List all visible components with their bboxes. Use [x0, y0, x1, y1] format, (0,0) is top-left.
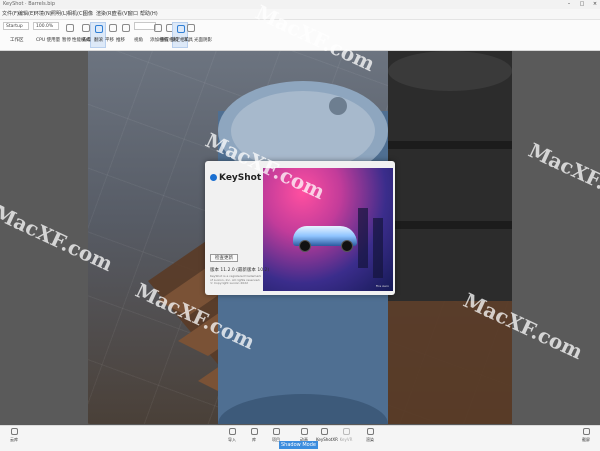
- ribbon-label-pause: 暂停: [62, 38, 71, 43]
- render-icon: [366, 428, 374, 435]
- scene-pillar: [373, 218, 383, 278]
- shadow-mode-label: Shadow Mode: [279, 441, 318, 449]
- ribbon-label-denoise: 去噪: [82, 38, 91, 43]
- screenshot-button[interactable]: 截屏: [578, 428, 594, 443]
- ribbon-label-shadow: 光面阴影: [194, 38, 212, 43]
- copyright-text: KeyShot is a registered trademark of Lux…: [210, 275, 262, 286]
- car-wheel: [299, 240, 311, 252]
- screenshot-label: 截屏: [582, 437, 590, 442]
- menu-window[interactable]: 窗口: [128, 10, 138, 17]
- library-icon: [250, 428, 258, 435]
- keyshot-logo-icon: [210, 174, 217, 181]
- close-button[interactable]: ×: [589, 0, 600, 9]
- zoom-select[interactable]: 100.0%: [33, 22, 59, 30]
- workspace-select[interactable]: Startup: [3, 22, 29, 30]
- cloud-library-label: 云库: [10, 437, 18, 442]
- import-icon: [228, 428, 236, 435]
- menu-edit[interactable]: 编辑(E): [18, 10, 35, 17]
- check-updates-button[interactable]: 检查更新: [210, 254, 238, 262]
- pause-button[interactable]: [62, 22, 78, 48]
- menu-environment[interactable]: 环境(N): [34, 10, 52, 17]
- title-bar: KeyShot · Barrels.bip – □ ×: [0, 0, 600, 9]
- library-label: 库: [252, 437, 256, 442]
- pan-icon: [109, 24, 117, 32]
- menu-lighting[interactable]: 照明(L): [51, 10, 68, 17]
- screenshot-icon: [582, 428, 590, 435]
- minimize-button[interactable]: –: [563, 0, 575, 9]
- tumble-button[interactable]: [90, 22, 106, 48]
- keyvr-button[interactable]: KeyVR: [338, 428, 354, 442]
- ribbon-label-fov: 视角: [134, 38, 143, 43]
- keyshot-logo: KeyShot: [210, 173, 261, 183]
- dolly-icon: [122, 24, 130, 32]
- tools-icon: [187, 24, 195, 32]
- car-wheel: [341, 240, 353, 252]
- dolly-button[interactable]: [118, 22, 134, 48]
- menu-image[interactable]: 图像: [83, 10, 93, 17]
- menu-render[interactable]: 渲染(R): [96, 10, 113, 17]
- keyshotxr-button[interactable]: KeyShotXR: [316, 428, 338, 442]
- import-label: 导入: [228, 437, 236, 442]
- ribbon-label-cpu: CPU 使用量: [36, 38, 61, 43]
- keyshotxr-icon: [320, 428, 328, 435]
- tools-button[interactable]: [183, 22, 199, 48]
- animation-icon: [300, 428, 308, 435]
- project-icon: [272, 428, 280, 435]
- art-credit: Fire Aero: [375, 284, 389, 288]
- performance-icon: [82, 24, 90, 32]
- ribbon-label-tools: 工具: [184, 38, 193, 43]
- render-button[interactable]: 渲染: [362, 428, 378, 443]
- keyvr-label: KeyVR: [339, 437, 353, 442]
- maximize-button[interactable]: □: [576, 0, 588, 9]
- watermark: MacXF.com: [524, 138, 600, 215]
- keyvr-icon: [342, 428, 350, 435]
- copyright-line: © Copyright Luxion 2022: [210, 282, 249, 286]
- menu-help[interactable]: 帮助(H): [140, 10, 158, 17]
- scene-pillar: [358, 208, 368, 268]
- keyshotxr-label: KeyShotXR: [316, 437, 338, 442]
- menu-view[interactable]: 查看(V): [112, 10, 129, 17]
- menu-file[interactable]: 文件(F): [2, 10, 19, 17]
- pause-icon: [66, 24, 74, 32]
- ribbon-label-pan: 平移: [105, 38, 114, 43]
- tumble-icon: [95, 25, 103, 33]
- window-title: KeyShot · Barrels.bip: [3, 1, 55, 7]
- cloud-library-button[interactable]: 云库: [6, 428, 22, 443]
- ribbon-label-dolly: 推移: [116, 38, 125, 43]
- version-text: 版本 11.2.0 (最新版本 10.2): [210, 268, 270, 273]
- camera-icon: [154, 24, 162, 32]
- cloud-icon: [10, 428, 18, 435]
- ribbon-label-tumble: 翻滚: [94, 38, 103, 43]
- menu-camera[interactable]: 相机(C): [67, 10, 84, 17]
- render-label: 渲染: [366, 437, 374, 442]
- library-button[interactable]: 库: [246, 428, 262, 443]
- import-button[interactable]: 导入: [224, 428, 240, 443]
- ribbon-label-workspace: 工作区: [10, 38, 24, 43]
